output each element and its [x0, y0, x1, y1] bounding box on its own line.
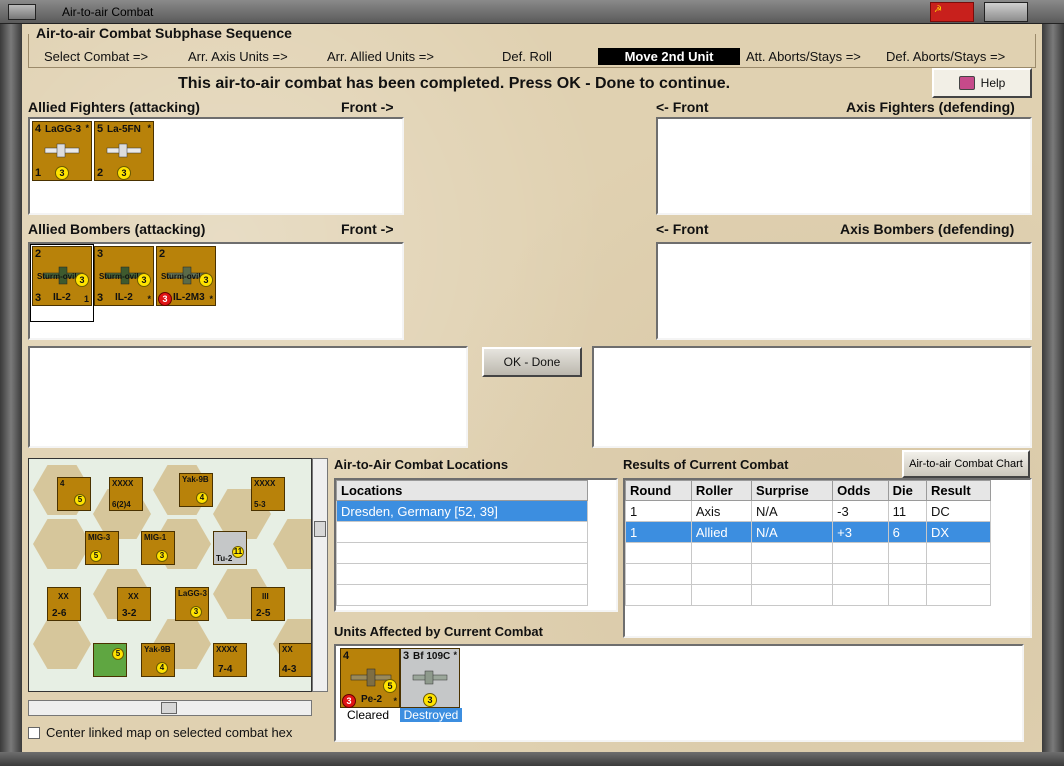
air-combat-chart-button[interactable]: Air-to-air Combat Chart	[902, 450, 1030, 478]
results-table: Round Roller Surprise Odds Die Result 1A…	[625, 480, 992, 606]
step-attacker-aborts: Att. Aborts/Stays =>	[746, 49, 861, 64]
left-rail	[0, 24, 22, 766]
step-select-combat: Select Combat =>	[44, 49, 149, 64]
column-header-surprise[interactable]: Surprise	[751, 480, 834, 501]
affected-units-panel[interactable]: 4 3 Pe-2 * 5 3 Bf 109C * 3	[334, 644, 1024, 742]
allied-fighters-label: Allied Fighters (attacking)	[28, 99, 200, 115]
map-counter[interactable]: XX 3-2	[117, 587, 151, 621]
table-row[interactable]: 1 Axis N/A -3 11 DC	[625, 500, 992, 522]
allied-result-panel	[28, 346, 468, 448]
help-button-label: Help	[980, 76, 1006, 90]
affected-heading: Units Affected by Current Combat	[334, 624, 543, 639]
map-counter[interactable]: 5	[93, 643, 127, 677]
axis-bombers-panel[interactable]	[656, 242, 1032, 340]
center-map-label: Center linked map on selected combat hex	[46, 725, 293, 740]
minimize-button[interactable]	[984, 2, 1028, 22]
counter-la-5fn[interactable]: 5 La-5FN 2 3 *	[94, 121, 154, 181]
status-cleared: Cleared	[346, 708, 390, 722]
mini-map[interactable]: 4 5 XXXX 6(2)4 Yak-9B 4 XXXX 5-3 MIG-3 5…	[28, 458, 312, 692]
table-row[interactable]: Dresden, Germany [52, 39]	[336, 500, 588, 522]
axis-fighters-front-label: <- Front	[656, 99, 709, 115]
column-header-odds[interactable]: Odds	[832, 480, 889, 501]
map-counter[interactable]: III 2-5	[251, 587, 285, 621]
locations-table-panel[interactable]: Locations Dresden, Germany [52, 39]	[334, 478, 618, 612]
map-counter[interactable]: Yak-9B 4	[141, 643, 175, 677]
step-defender-roll: Def. Roll	[502, 49, 552, 64]
step-arrange-allied: Arr. Allied Units =>	[327, 49, 434, 64]
table-row	[625, 563, 992, 585]
axis-fighters-panel[interactable]	[656, 117, 1032, 215]
counter-pe-2[interactable]: 4 3 Pe-2 * 5	[340, 648, 400, 708]
map-counter[interactable]: XXXX 6(2)4	[109, 477, 143, 511]
allied-bombers-label: Allied Bombers (attacking)	[28, 221, 206, 237]
vertical-scroll-thumb[interactable]	[314, 521, 326, 537]
counter-il-2-b[interactable]: 3 Sturm-ovik 3 IL-2 * 3	[94, 246, 154, 306]
allied-fighters-front-label: Front ->	[341, 99, 394, 115]
center-map-option[interactable]: Center linked map on selected combat hex	[28, 725, 292, 740]
table-row	[336, 584, 588, 606]
column-header-die[interactable]: Die	[887, 480, 927, 501]
map-counter[interactable]: Yak-9B 4	[179, 473, 213, 507]
soviet-flag-icon: ☭	[930, 2, 974, 22]
map-counter[interactable]: XXXX 7-4	[213, 643, 247, 677]
book-icon	[958, 76, 975, 90]
map-counter[interactable]: 4 5	[57, 477, 91, 511]
status-destroyed: Destroyed	[400, 708, 462, 722]
locations-heading: Air-to-Air Combat Locations	[334, 457, 509, 472]
ok-done-button[interactable]: OK - Done	[482, 347, 582, 377]
table-row	[625, 584, 992, 606]
locations-column-header[interactable]: Locations	[336, 480, 588, 501]
step-move-2nd-unit: Move 2nd Unit	[598, 48, 740, 65]
bottom-rail	[0, 752, 1064, 766]
counter-il-2-a[interactable]: 2 Sturm-ovik 3 IL-2 1 3	[32, 246, 92, 306]
column-header-result[interactable]: Result	[925, 480, 992, 501]
fighter-plane-icon	[412, 670, 448, 685]
axis-bombers-front-label: <- Front	[656, 221, 709, 237]
locations-table: Locations Dresden, Germany [52, 39]	[336, 480, 588, 606]
fighter-plane-icon	[44, 143, 80, 158]
allied-bombers-front-label: Front ->	[341, 221, 394, 237]
help-button[interactable]: Help	[932, 68, 1032, 98]
counter-il-2m3[interactable]: 2 Sturm-ovik 3 IL-2M3 * 3	[156, 246, 216, 306]
title-bar: Air-to-air Combat ☭	[0, 0, 1064, 24]
axis-bombers-label: Axis Bombers (defending)	[840, 221, 1015, 237]
map-counter[interactable]: MIG-1 3	[141, 531, 175, 565]
window-menu-icon[interactable]	[8, 4, 36, 20]
table-row	[625, 542, 992, 564]
map-counter[interactable]: XX 4-3	[279, 643, 311, 677]
column-header-round[interactable]: Round	[625, 480, 692, 501]
map-counter[interactable]: MIG-3 5	[85, 531, 119, 565]
allied-bombers-panel[interactable]: 2 Sturm-ovik 3 IL-2 1 3 3 Sturm-ovik 3 I…	[28, 242, 404, 340]
counter-bf-109c[interactable]: 3 Bf 109C * 3	[400, 648, 460, 708]
axis-fighters-label: Axis Fighters (defending)	[846, 99, 1015, 115]
horizontal-scroll-thumb[interactable]	[161, 702, 177, 714]
axis-result-panel	[592, 346, 1032, 448]
map-counter[interactable]: Tu-2 11	[213, 531, 247, 565]
status-message: This air-to-air combat has been complete…	[178, 75, 731, 92]
step-defender-aborts: Def. Aborts/Stays =>	[886, 49, 1006, 64]
map-counter[interactable]: XXXX 5-3	[251, 477, 285, 511]
table-row	[336, 521, 588, 543]
map-horizontal-scrollbar[interactable]	[28, 700, 312, 716]
window-title: Air-to-air Combat	[62, 5, 154, 19]
table-row	[336, 563, 588, 585]
table-row	[336, 542, 588, 564]
center-map-checkbox[interactable]	[28, 726, 40, 739]
map-counter[interactable]: XX 2-6	[47, 587, 81, 621]
fighter-plane-icon	[106, 143, 142, 158]
map-vertical-scrollbar[interactable]	[312, 458, 328, 692]
allied-fighters-panel[interactable]: 4 LaGG-3 1 3 * 5 La-5FN 2 3 *	[28, 117, 404, 215]
right-rail	[1042, 24, 1064, 766]
counter-lagg-3[interactable]: 4 LaGG-3 1 3 *	[32, 121, 92, 181]
sequence-heading: Air-to-air Combat Subphase Sequence	[36, 25, 292, 41]
column-header-roller[interactable]: Roller	[690, 480, 753, 501]
results-table-panel[interactable]: Round Roller Surprise Odds Die Result 1A…	[623, 478, 1032, 638]
step-arrange-axis: Arr. Axis Units =>	[188, 49, 288, 64]
results-heading: Results of Current Combat	[623, 457, 789, 472]
dialog-content: Air-to-air Combat Subphase Sequence Sele…	[22, 24, 1042, 752]
table-row[interactable]: 1 Allied N/A +3 6 DX	[625, 521, 992, 543]
map-counter[interactable]: LaGG-3 3	[175, 587, 209, 621]
